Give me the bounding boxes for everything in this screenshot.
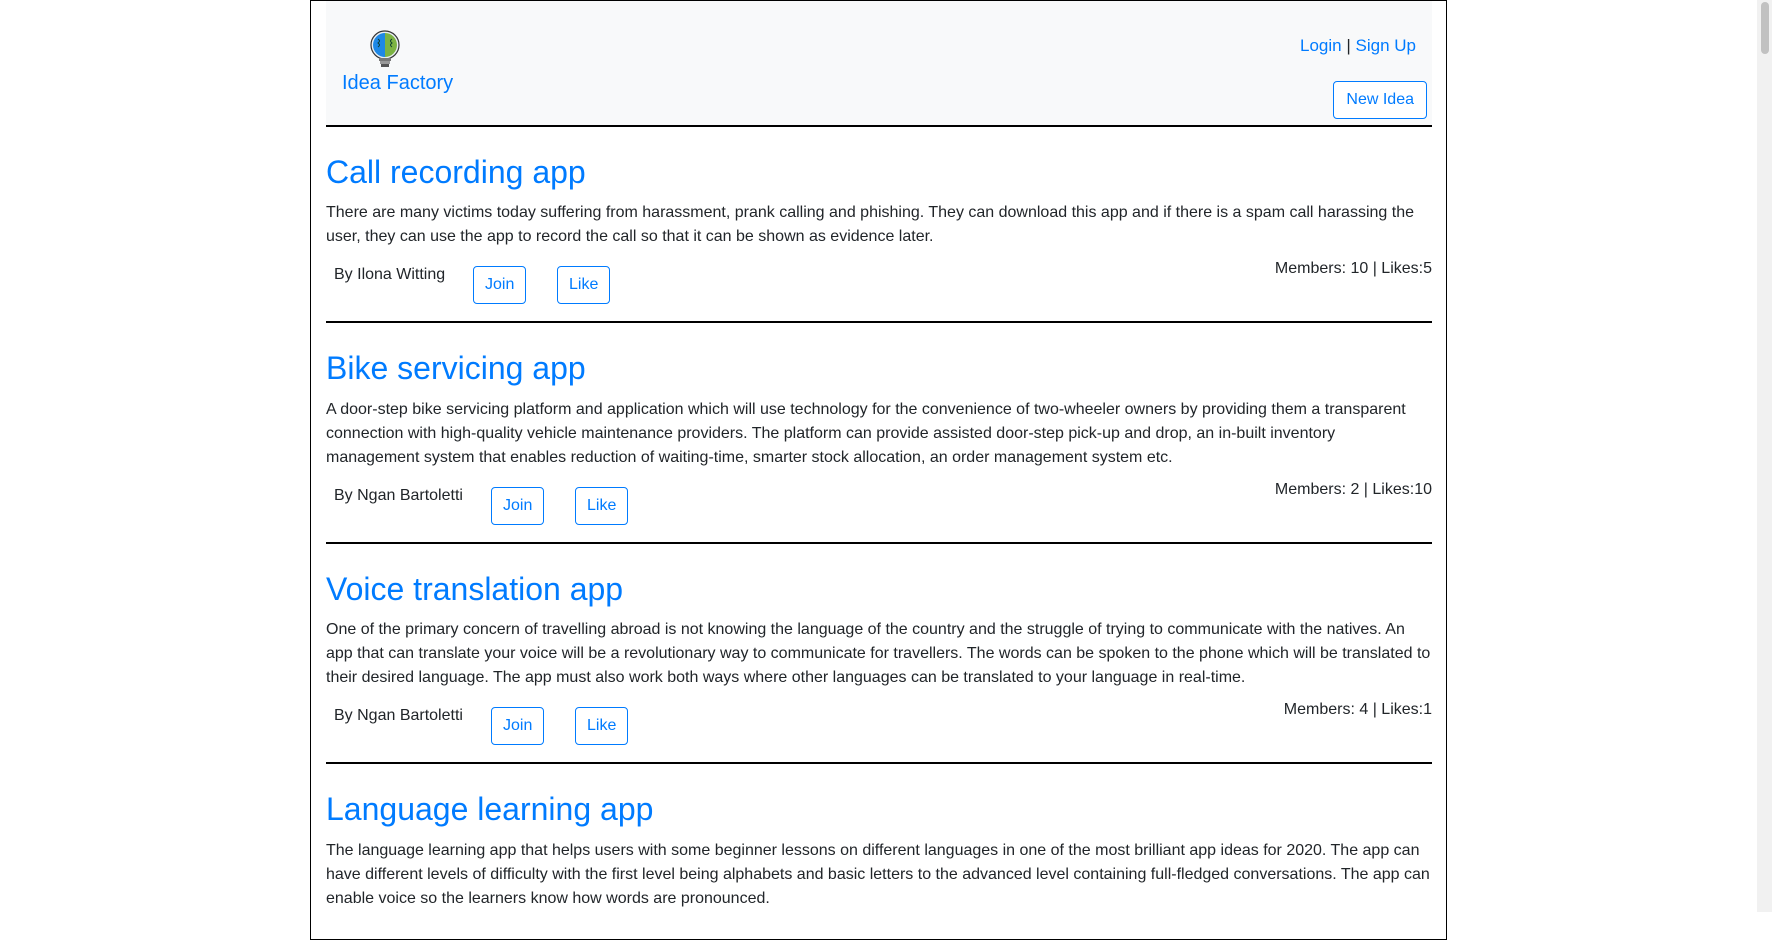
like-button[interactable]: Like xyxy=(575,707,629,746)
idea-title[interactable]: Call recording app xyxy=(326,127,1432,191)
signup-link[interactable]: Sign Up xyxy=(1356,36,1416,55)
idea-author: By Ilona Witting xyxy=(334,266,446,284)
join-button[interactable]: Join xyxy=(491,486,545,525)
idea-footer: By Ngan Bartoletti Join Like Members: 2 … xyxy=(326,470,1432,542)
new-idea-button[interactable]: New Idea xyxy=(1333,81,1427,119)
page-scrollbar[interactable] xyxy=(1757,0,1772,912)
idea-card: Bike servicing app A door-step bike serv… xyxy=(326,323,1432,544)
auth-links: Login | Sign Up xyxy=(1300,36,1416,56)
idea-footer: By Ngan Bartoletti Join Like Members: 4 … xyxy=(326,690,1432,762)
idea-description: The language learning app that helps use… xyxy=(326,841,1430,907)
page-container: Idea Factory Login | Sign Up New Idea Ca… xyxy=(310,0,1447,940)
idea-stats: Members: 2 | Likes:10 xyxy=(1274,480,1432,498)
lightbulb-brain-icon[interactable] xyxy=(369,30,401,70)
idea-stats: Members: 10 | Likes:5 xyxy=(1274,260,1432,278)
idea-title[interactable]: Language learning app xyxy=(326,764,1432,828)
idea-description: One of the primary concern of travelling… xyxy=(326,621,1431,687)
join-button[interactable]: Join xyxy=(473,266,527,305)
login-link[interactable]: Login xyxy=(1300,36,1342,55)
idea-stats: Members: 4 | Likes:1 xyxy=(1283,701,1432,719)
idea-card: Voice translation app One of the primary… xyxy=(326,544,1432,765)
like-button[interactable]: Like xyxy=(557,266,611,305)
auth-separator: | xyxy=(1346,36,1351,55)
idea-author: By Ngan Bartoletti xyxy=(334,486,463,504)
idea-card: Call recording app There are many victim… xyxy=(326,127,1432,324)
idea-card: Language learning app The language learn… xyxy=(326,764,1432,910)
scrollbar-thumb[interactable] xyxy=(1761,2,1769,54)
content-column: Idea Factory Login | Sign Up New Idea Ca… xyxy=(326,1,1432,911)
idea-title[interactable]: Voice translation app xyxy=(326,544,1432,608)
idea-footer: By Ilona Witting Join Like Members: 10 |… xyxy=(326,249,1432,321)
idea-title[interactable]: Bike servicing app xyxy=(326,323,1432,387)
site-header: Idea Factory Login | Sign Up New Idea xyxy=(326,1,1432,127)
idea-author: By Ngan Bartoletti xyxy=(334,707,463,725)
join-button[interactable]: Join xyxy=(491,707,545,746)
brand-link[interactable]: Idea Factory xyxy=(342,72,453,95)
idea-description: A door-step bike servicing platform and … xyxy=(326,400,1406,466)
idea-description: There are many victims today suffering f… xyxy=(326,204,1414,246)
like-button[interactable]: Like xyxy=(575,486,629,525)
